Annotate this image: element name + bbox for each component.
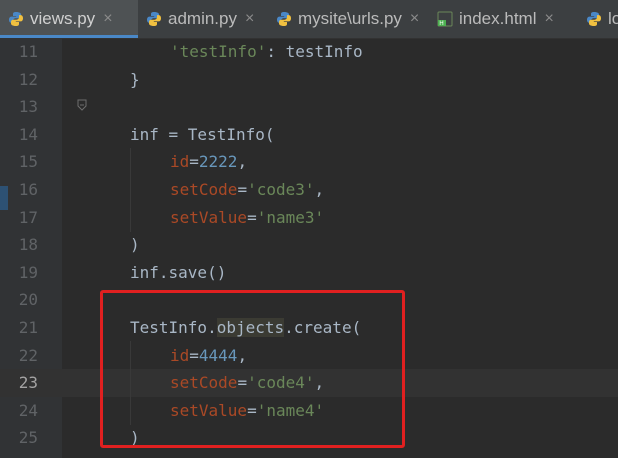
line-number: 13 xyxy=(18,97,38,117)
tab-admin-py[interactable]: admin.py × xyxy=(138,0,268,38)
code-line[interactable]: 14 inf = TestInfo( xyxy=(0,121,618,149)
python-file-icon xyxy=(146,11,162,27)
code-token: = xyxy=(247,207,257,227)
python-file-icon xyxy=(586,11,602,27)
code-token: = xyxy=(237,180,248,199)
string-token: 'name3' xyxy=(256,207,325,227)
code-editor[interactable]: 11 'testInfo': testInfo 12 } 13 14 inf =… xyxy=(0,38,618,458)
code-token: } xyxy=(130,69,140,89)
code-token: inf.save() xyxy=(130,262,227,282)
code-line[interactable]: 13 xyxy=(0,93,618,121)
code-token: , xyxy=(314,180,325,199)
code-line[interactable]: 11 'testInfo': testInfo xyxy=(0,38,618,66)
code-text: 'testInfo': testInfo xyxy=(170,38,363,66)
tab-label: mysite\urls.py xyxy=(298,9,402,28)
tab-views-py[interactable]: views.py × xyxy=(0,0,138,38)
close-icon[interactable]: × xyxy=(245,10,254,28)
red-annotation-box xyxy=(100,290,405,448)
line-number: 14 xyxy=(18,124,38,144)
close-icon[interactable]: × xyxy=(410,10,419,28)
param-token: id xyxy=(170,152,190,172)
string-token: 'code3' xyxy=(247,180,315,199)
code-line[interactable]: 17 setValue='name3' xyxy=(0,204,618,232)
param-token: setCode xyxy=(170,180,238,199)
line-number: 17 xyxy=(18,207,38,227)
line-number: 12 xyxy=(18,69,38,89)
tab-label: lo xyxy=(608,9,618,28)
svg-text:H: H xyxy=(439,20,444,27)
tab-label: admin.py xyxy=(168,9,237,28)
code-line[interactable]: 12 } xyxy=(0,66,618,111)
tab-mysite-urls-py[interactable]: mysite\urls.py × xyxy=(268,0,429,38)
code-token: : testInfo xyxy=(266,42,363,61)
tab-label: index.html xyxy=(459,9,537,28)
close-icon[interactable]: × xyxy=(544,10,553,28)
param-token: setValue xyxy=(170,207,248,227)
line-number: 16 xyxy=(18,180,38,199)
line-number: 15 xyxy=(18,152,38,172)
code-line[interactable]: 18 ) xyxy=(0,231,618,259)
line-number: 25 xyxy=(18,428,38,448)
code-text: setCode='code3', xyxy=(170,176,324,204)
code-line[interactable]: 15 id=2222, xyxy=(0,148,618,176)
line-number: 18 xyxy=(18,235,38,255)
line-number: 24 xyxy=(18,400,38,420)
code-line[interactable]: 19 inf.save() xyxy=(0,259,618,287)
code-text: inf = TestInfo( xyxy=(130,121,275,149)
code-text: inf.save() xyxy=(130,259,226,287)
python-file-icon xyxy=(276,11,292,27)
indent-guide xyxy=(130,148,131,232)
code-text: } xyxy=(130,66,140,94)
code-line[interactable]: 16 setCode='code3', xyxy=(0,176,618,204)
code-token: = xyxy=(189,152,199,172)
tab-label: views.py xyxy=(30,9,96,28)
code-text: id=2222, xyxy=(170,148,247,176)
code-text: setValue='name3' xyxy=(170,204,324,232)
line-number: 21 xyxy=(18,318,38,337)
python-file-icon xyxy=(8,11,24,27)
line-number: 11 xyxy=(18,42,38,61)
code-token: inf = TestInfo( xyxy=(130,124,275,144)
line-number: 22 xyxy=(18,345,38,365)
close-icon[interactable]: × xyxy=(103,10,112,28)
tab-partial[interactable]: lo xyxy=(578,0,618,38)
line-number: 20 xyxy=(18,290,38,310)
code-token: ) xyxy=(130,235,140,255)
line-number: 19 xyxy=(18,262,38,282)
tab-index-html[interactable]: H index.html × xyxy=(429,0,578,38)
code-token: , xyxy=(237,152,248,172)
code-text: ) xyxy=(130,231,140,259)
html-file-icon: H xyxy=(437,11,453,27)
line-number: 23 xyxy=(18,373,38,393)
partially-visible-line xyxy=(0,450,618,458)
number-token: 2222 xyxy=(198,152,238,172)
editor-tab-bar: views.py × admin.py × mysite\urls.py × H… xyxy=(0,0,618,39)
string-token: 'testInfo' xyxy=(170,42,267,61)
